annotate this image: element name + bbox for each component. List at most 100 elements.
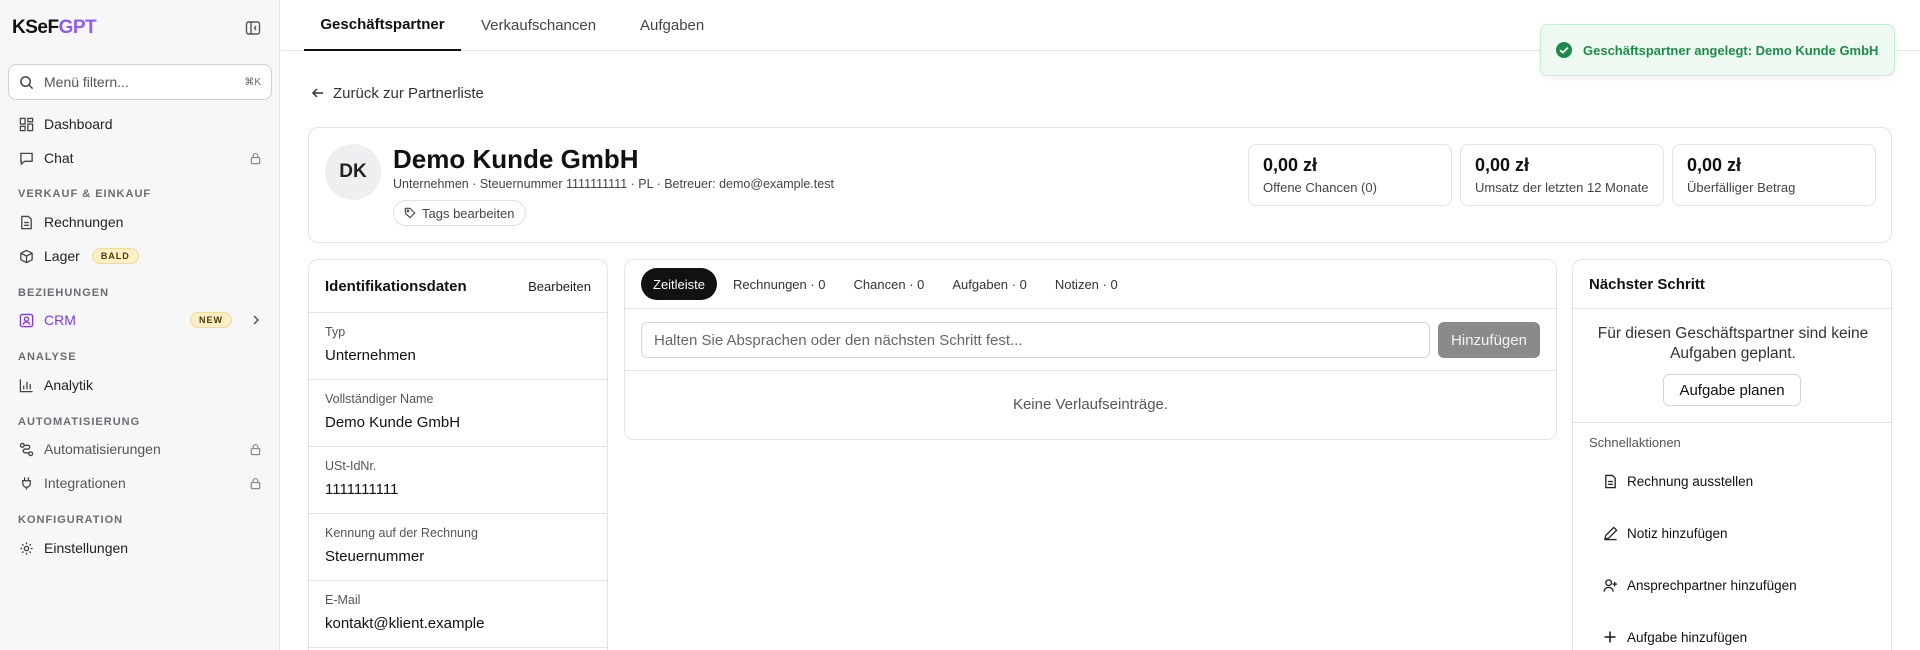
stat-value: 0,00 zł [1263,155,1318,175]
search-placeholder: Menü filtern... [44,74,129,90]
sidebar: KSeFGPT Menü filtern... ⌘K Dashboard Cha… [0,0,280,650]
user-plus-icon [1601,576,1619,594]
stat-value: 0,00 zł [1687,155,1742,175]
field-value: Unternehmen [325,347,416,364]
avatar: DK [325,144,381,200]
soon-badge: BALD [91,248,139,264]
new-badge: NEW [190,312,232,328]
identification-title: Identifikationsdaten [325,277,467,295]
quick-action-label: Aufgabe hinzufügen [1627,629,1748,645]
timeline-empty-state: Keine Verlaufseinträge. [1012,396,1169,413]
gear-icon [18,540,34,556]
sidebar-item-settings[interactable]: Einstellungen [8,533,272,563]
sidebar-item-label: Lager [44,248,80,264]
stat-label: Offene Chancen (0) [1263,180,1377,195]
section-label-automation: AUTOMATISIERUNG [18,416,141,428]
plan-task-button[interactable]: Aufgabe planen [1663,374,1801,406]
success-toast: Geschäftspartner angelegt: Demo Kunde Gm… [1540,24,1895,76]
edit-tags-button[interactable]: Tags bearbeiten [393,200,526,226]
lock-icon [249,443,262,456]
section-label-sales: VERKAUF & EINKAUF [18,188,152,200]
sidebar-item-integrations[interactable]: Integrationen [8,468,272,498]
tab-opportunities[interactable]: Verkaufschancen [481,0,596,50]
quick-action-add-task[interactable]: Aufgabe hinzufügen [1601,625,1747,649]
arrow-left-icon [311,88,323,98]
plug-icon [18,475,34,491]
tab-tasks[interactable]: Aufgaben [640,0,704,50]
quick-action-label: Ansprechpartner hinzufügen [1627,577,1797,593]
sidebar-item-label: Dashboard [44,116,113,132]
sidebar-item-label: Chat [44,150,74,166]
next-step-title: Nächster Schritt [1573,260,1891,309]
dashboard-icon [18,116,34,132]
search-shortcut: ⌘K [244,76,261,88]
sidebar-item-crm[interactable]: CRM NEW [8,305,272,335]
document-icon [1601,472,1619,490]
field-email: E-Mail kontakt@klient.example [309,581,607,648]
divider [625,308,1556,309]
add-entry-button[interactable]: Hinzufügen [1438,322,1540,358]
divider [625,370,1556,371]
tab-notes[interactable]: Notizen · 0 [1043,268,1130,300]
search-icon [19,75,34,90]
check-circle-icon [1555,41,1573,59]
timeline-note-input[interactable]: Halten Sie Absprachen oder den nächsten … [641,322,1430,358]
tab-tasks[interactable]: Aufgaben · 0 [940,268,1038,300]
sidebar-item-invoices[interactable]: Rechnungen [8,207,272,237]
quick-action-issue-invoice[interactable]: Rechnung ausstellen [1601,469,1753,493]
sidebar-item-automations[interactable]: Automatisierungen [8,434,272,464]
field-full-name: Vollständiger Name Demo Kunde GmbH [309,380,607,447]
lock-icon [249,477,262,490]
sidebar-item-label: Einstellungen [44,540,129,556]
sidebar-toggle-icon[interactable] [242,17,264,39]
back-to-list-link[interactable]: Zurück zur Partnerliste [311,82,484,104]
chevron-right-icon [250,314,262,326]
field-type: Typ Unternehmen [309,313,607,380]
sidebar-item-analytics[interactable]: Analytik [8,370,272,400]
back-link-label: Zurück zur Partnerliste [333,84,484,102]
edit-tags-label: Tags bearbeiten [422,205,515,221]
identification-card: Identifikationsdaten Bearbeiten Typ Unte… [308,259,608,650]
stat-label: Umsatz der letzten 12 Monate [1475,180,1649,195]
partner-meta: Unternehmen · Steuernummer 1111111111 · … [393,177,834,191]
stat-open-opportunities: 0,00 zł Offene Chancen (0) [1248,144,1452,206]
partner-name: Demo Kunde GmbH [393,144,639,174]
sidebar-item-dashboard[interactable]: Dashboard [8,109,272,139]
sidebar-item-label: Automatisierungen [44,441,161,457]
tab-opportunities[interactable]: Chancen · 0 [842,268,937,300]
tab-timeline[interactable]: Zeitleiste [641,268,718,300]
field-label: E-Mail [325,593,361,607]
crm-icon [18,312,34,328]
package-icon [18,248,34,264]
identification-header: Identifikationsdaten Bearbeiten [309,260,607,313]
field-invoice-identifier: Kennung auf der Rechnung Steuernummer [309,514,607,581]
sidebar-item-label: Analytik [44,377,94,393]
stat-label: Überfälliger Betrag [1687,180,1796,195]
brand-row: KSeFGPT [12,16,264,40]
workflow-icon [18,441,34,457]
logo[interactable]: KSeFGPT [12,17,97,39]
field-value: Demo Kunde GmbH [325,414,461,431]
field-vat-id: USt-IdNr. 1111111111 [309,447,607,514]
tab-partners[interactable]: Geschäftspartner [304,0,461,51]
section-label-relations: BEZIEHUNGEN [18,287,110,299]
quick-action-add-note[interactable]: Notiz hinzufügen [1601,521,1728,545]
lock-icon [249,152,262,165]
timeline-card: Zeitleiste Rechnungen · 0 Chancen · 0 Au… [624,259,1557,440]
section-label-analysis: ANALYSE [18,351,77,363]
sidebar-item-stock[interactable]: Lager BALD [8,241,272,271]
plus-icon [1601,628,1619,646]
edit-identification-button[interactable]: Bearbeiten [528,279,591,294]
menu-search-input[interactable]: Menü filtern... ⌘K [8,64,272,100]
sidebar-item-chat[interactable]: Chat [8,143,272,173]
section-label-config: KONFIGURATION [18,514,124,526]
sidebar-item-label: CRM [44,312,76,328]
next-step-card: Nächster Schritt Für diesen Geschäftspar… [1572,259,1892,650]
field-value: kontakt@klient.example [325,615,485,632]
field-value: 1111111111 [325,481,399,498]
logo-main: KSeF [12,17,59,38]
quick-action-add-contact[interactable]: Ansprechpartner hinzufügen [1601,573,1797,597]
field-value: Steuernummer [325,548,425,565]
chat-icon [18,150,34,166]
tab-invoices[interactable]: Rechnungen · 0 [721,268,838,300]
